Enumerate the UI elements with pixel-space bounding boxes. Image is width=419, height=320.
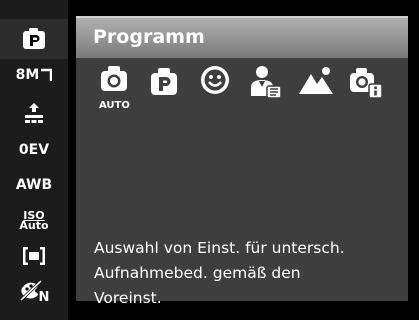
portrait-icon — [251, 66, 282, 99]
mode-smile[interactable] — [198, 64, 236, 116]
sidebar-item-metering[interactable] — [0, 236, 68, 276]
color-mode-label: N — [38, 289, 50, 305]
sidebar-item-white-balance[interactable]: AWB — [0, 165, 68, 205]
program-mode-icon — [23, 28, 45, 49]
mode-camera-info[interactable] — [348, 64, 386, 116]
panel-title-bar: Programm — [76, 16, 408, 58]
panel-title: Programm — [93, 26, 205, 48]
auto-label: AUTO — [99, 100, 130, 111]
description-line: Aufnahmebed. gemäß den — [94, 264, 301, 282]
exposure-icon: 0EV — [18, 142, 50, 158]
camera-info-icon — [350, 68, 383, 99]
white-balance-icon: AWB — [15, 177, 53, 193]
iso-value: Auto — [19, 219, 49, 232]
program-icon — [151, 68, 177, 95]
auto-camera-icon — [101, 66, 127, 91]
sidebar-item-resolution[interactable]: 8M — [0, 55, 68, 95]
sidebar-item-iso[interactable]: ISO Auto — [0, 201, 68, 241]
resolution-frame-icon — [41, 68, 53, 81]
landscape-icon — [299, 67, 333, 94]
settings-sidebar: 8M 0EV AWB ISO Auto N — [0, 0, 68, 320]
iso-icon: ISO Auto — [19, 210, 49, 232]
mode-panel: Programm AUTO Auswahl von Einst. für unt… — [76, 16, 408, 307]
mode-description: Auswahl von Einst. für untersch. Aufnahm… — [94, 236, 404, 311]
sidebar-item-exposure[interactable]: 0EV — [0, 130, 68, 170]
description-line: Voreinst. — [94, 289, 162, 307]
mode-selector: AUTO — [98, 64, 398, 116]
sidebar-item-quality[interactable] — [0, 93, 68, 133]
mode-landscape[interactable] — [298, 64, 336, 116]
metering-icon — [23, 247, 45, 265]
quality-icon — [25, 103, 43, 123]
mode-auto[interactable]: AUTO — [98, 64, 136, 116]
sidebar-item-color-mode[interactable]: N — [0, 272, 68, 312]
mode-program[interactable] — [148, 64, 186, 116]
mode-portrait[interactable] — [248, 64, 286, 116]
description-line: Auswahl von Einst. für untersch. — [94, 239, 345, 257]
smile-icon — [201, 66, 229, 94]
sidebar-item-program[interactable] — [0, 19, 68, 59]
resolution-8m-icon: 8M — [15, 67, 40, 83]
